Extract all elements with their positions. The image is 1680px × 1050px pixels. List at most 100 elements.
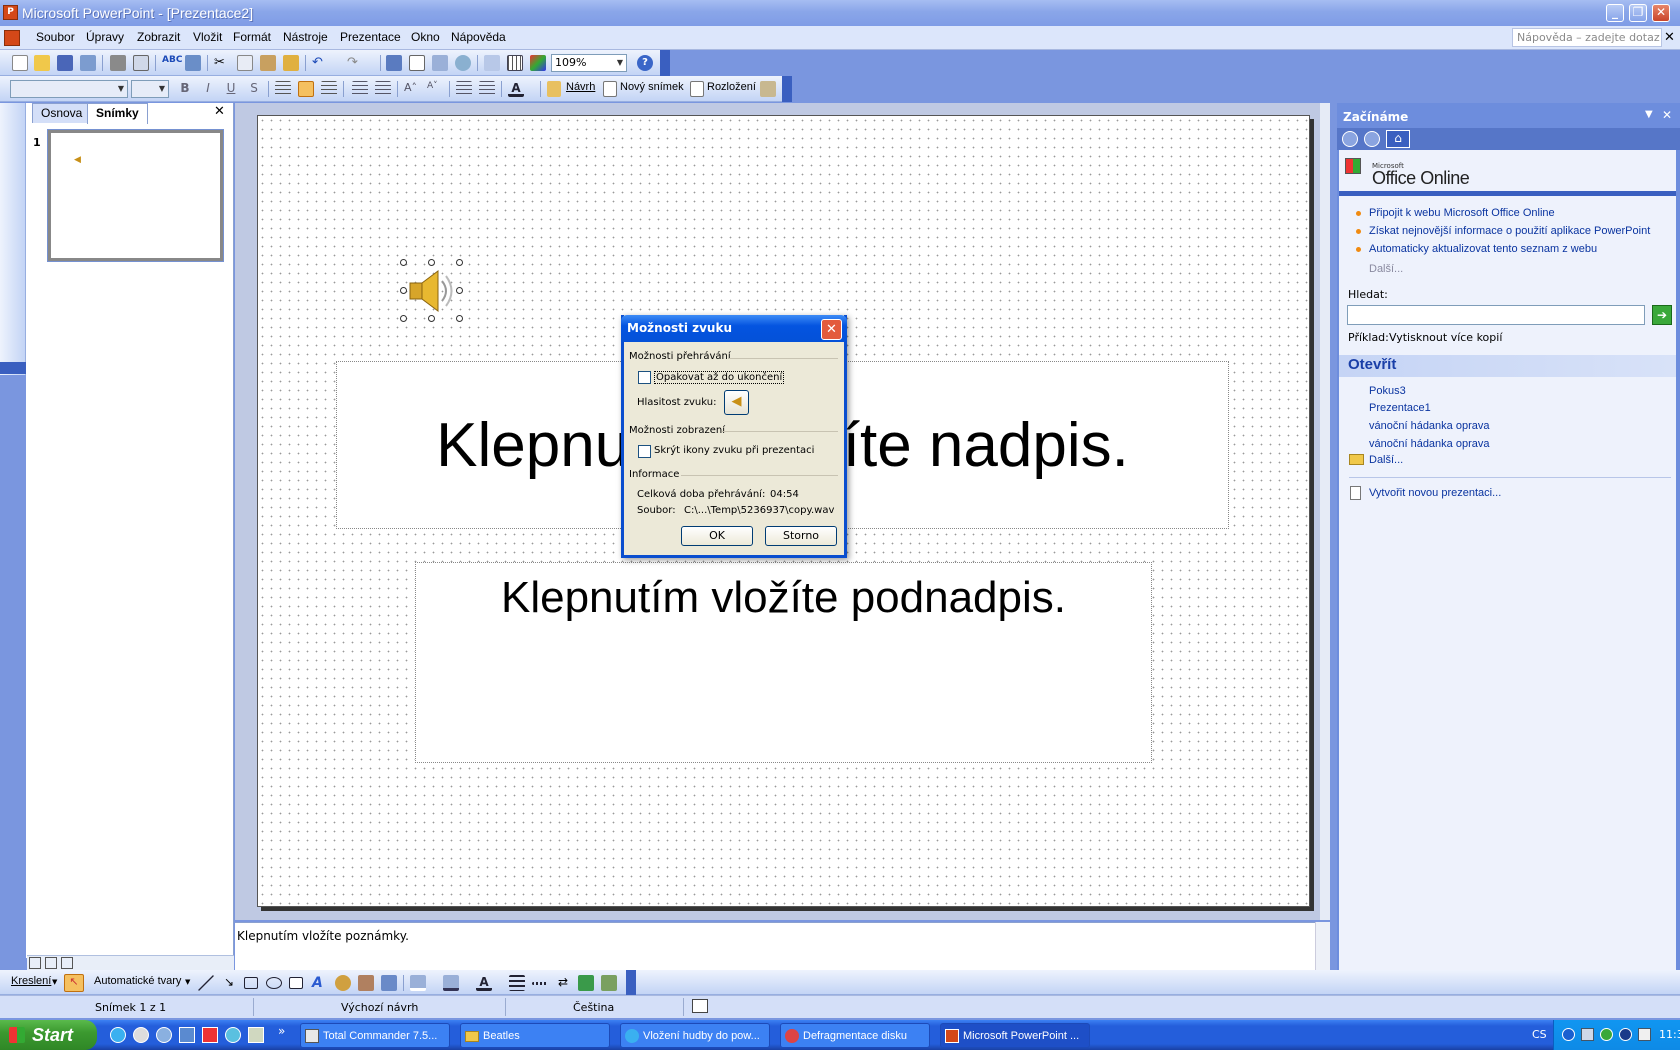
expand-all-icon[interactable] [484,55,500,71]
close-document-icon[interactable]: ✕ [1664,30,1675,45]
animation-icon[interactable] [760,81,776,97]
research-icon[interactable] [185,55,201,71]
clipart-icon[interactable] [358,975,374,991]
window-title-bar[interactable]: Microsoft PowerPoint - [Prezentace2] [0,0,1680,26]
picture-icon[interactable] [381,975,397,991]
format-painter-icon[interactable] [283,55,299,71]
clock[interactable]: 11:36 [1659,1028,1680,1041]
back-icon[interactable] [1342,131,1358,147]
slideshow-icon[interactable] [61,957,73,969]
chevron-right-icon[interactable]: » [278,1024,285,1038]
paste-icon[interactable] [260,55,276,71]
chevron-down-icon[interactable]: ▼ [185,978,190,986]
close-pane-icon[interactable]: ✕ [214,104,225,119]
slide-thumbnail[interactable]: ◀ [47,129,224,262]
decrease-font-icon[interactable]: A˅ [427,81,443,97]
open-icon[interactable] [34,55,50,71]
align-left-icon[interactable] [275,81,291,97]
chevron-down-icon[interactable]: ▼ [156,81,168,97]
font-color-icon[interactable]: A [476,975,492,991]
recent-file-item[interactable]: vánoční hádanka oprava [1369,438,1489,450]
align-right-icon[interactable] [321,81,337,97]
close-button[interactable]: ✕ [1652,4,1670,22]
cancel-button[interactable]: Storno [765,526,837,546]
font-size-combo[interactable]: ▼ [131,80,169,98]
dialog-title-bar[interactable]: Možnosti zvuku [621,315,847,342]
dash-style-icon[interactable] [532,982,548,985]
print-icon[interactable] [110,55,126,71]
quicklaunch-icon[interactable] [202,1027,218,1043]
quicklaunch-icon[interactable] [179,1027,195,1043]
slide-sorter-icon[interactable] [45,957,57,969]
link-auto-update[interactable]: Automaticky aktualizovat tento seznam z … [1369,243,1597,255]
bold-icon[interactable]: B [177,81,193,97]
quicklaunch-icon[interactable] [133,1027,149,1043]
start-button[interactable]: Start [0,1020,97,1050]
home-icon[interactable]: ⌂ [1386,130,1410,148]
diagram-icon[interactable] [335,975,351,991]
print-preview-icon[interactable] [133,55,149,71]
design-icon[interactable] [547,81,561,97]
help-icon[interactable]: ? [637,55,653,71]
quicklaunch-icon[interactable] [156,1027,172,1043]
close-task-pane-icon[interactable]: ✕ [1662,108,1672,122]
tab-osnova[interactable]: Osnova [32,103,92,123]
align-center-icon[interactable] [298,81,314,97]
spelling-status-icon[interactable] [692,999,708,1013]
layout-button[interactable]: Rozložení [707,81,756,93]
powerpoint-icon[interactable]: P [3,5,18,20]
recent-file-item[interactable]: Prezentace1 [1369,402,1431,414]
autoshapes-menu[interactable]: Automatické tvary [94,975,181,987]
color-grayscale-icon[interactable] [530,55,546,71]
menu-zobrazit[interactable]: Zobrazit [137,30,180,44]
font-color-icon[interactable]: A [508,81,524,97]
search-go-button[interactable]: ➔ [1652,305,1672,325]
chevron-down-icon[interactable]: ▼ [115,81,127,97]
desktop-icon[interactable] [248,1027,264,1043]
line-color-icon[interactable] [443,975,459,991]
quicklaunch-icon[interactable] [225,1027,241,1043]
tab-snimky[interactable]: Snímky [87,103,148,124]
task-powerpoint[interactable]: Microsoft PowerPoint ... [940,1023,1090,1048]
subtitle-placeholder[interactable]: Klepnutím vložíte podnadpis. [415,562,1152,763]
italic-icon[interactable]: I [200,81,216,97]
increase-indent-icon[interactable] [479,81,495,97]
toolbar-options-icon[interactable] [0,362,26,374]
tray-icon[interactable] [1619,1028,1632,1041]
menu-napoveda[interactable]: Nápověda [451,30,506,44]
chevron-down-icon[interactable]: ▼ [1645,109,1653,120]
menu-okno[interactable]: Okno [411,30,440,44]
loop-checkbox[interactable] [638,371,651,384]
insert-table-icon[interactable] [409,55,425,71]
new-presentation-link[interactable]: Vytvořit novou prezentaci... [1369,487,1501,499]
menu-nastroje[interactable]: Nástroje [283,30,328,44]
chevron-down-icon[interactable]: ▼ [614,55,626,71]
menu-upravy[interactable]: Úpravy [86,30,124,44]
textbox-icon[interactable] [289,977,303,989]
line-icon[interactable] [198,975,214,991]
tables-borders-icon[interactable] [432,55,448,71]
new-icon[interactable] [12,55,28,71]
task-total-commander[interactable]: Total Commander 7.5... [300,1023,450,1048]
copy-icon[interactable] [237,55,253,71]
ie-quicklaunch-icon[interactable] [110,1027,126,1043]
hide-icon-checkbox[interactable] [638,445,651,458]
normal-view-icon[interactable] [29,957,41,969]
task-defrag[interactable]: Defragmentace disku [780,1023,930,1048]
menu-soubor[interactable]: Soubor [36,30,75,44]
sound-object[interactable] [400,259,463,322]
underline-icon[interactable]: U [223,81,239,97]
bullets-icon[interactable] [375,81,391,97]
menu-prezentace[interactable]: Prezentace [340,30,401,44]
line-style-icon[interactable] [509,975,525,991]
tray-icon[interactable] [1600,1028,1613,1041]
language-indicator[interactable]: CS [1532,1028,1547,1041]
dialog-close-button[interactable]: ✕ [821,319,842,340]
arrow-icon[interactable]: ↘ [221,975,237,991]
layout-icon[interactable] [690,81,704,97]
link-connect-office-online[interactable]: Připojit k webu Microsoft Office Online [1369,207,1555,219]
hide-icon-label[interactable]: Skrýt ikony zvuku při prezentaci [654,445,814,456]
slide-scrollbar[interactable] [1320,103,1330,920]
3d-style-icon[interactable] [601,975,617,991]
menu-vlozit[interactable]: Vložit [193,30,222,44]
